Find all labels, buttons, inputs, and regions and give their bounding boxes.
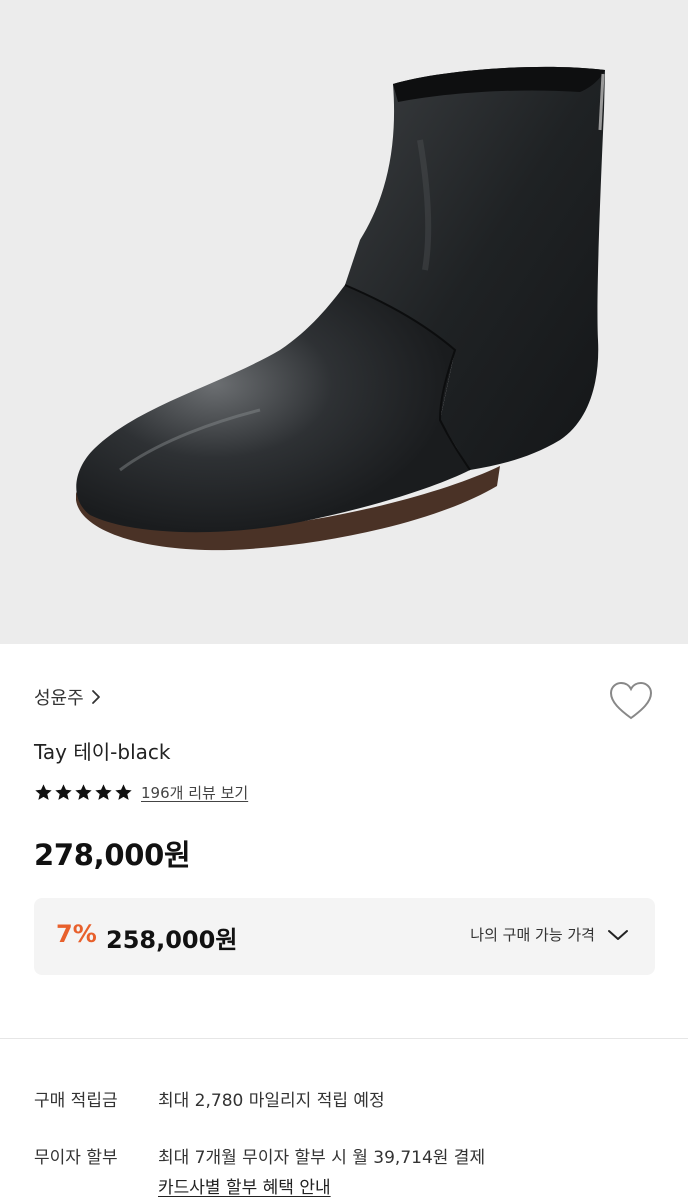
original-price: 278,000원 (34, 838, 191, 872)
rating-stars (34, 783, 133, 802)
installment-value: 최대 7개월 무이자 할부 시 월 39,714원 결제 (158, 1148, 486, 1168)
star-icon (75, 784, 92, 800)
brand-link[interactable]: 성윤주 (34, 684, 102, 710)
discount-price-box[interactable]: 7% 258,000원 나의 구매 가능 가격 (34, 898, 655, 975)
card-installment-link[interactable]: 카드사별 할부 혜택 안내 (158, 1173, 331, 1198)
star-icon (55, 784, 72, 800)
product-image[interactable] (0, 0, 688, 644)
installment-row: 무이자 할부 최대 7개월 무이자 할부 시 월 39,714원 결제 (34, 1143, 485, 1168)
chevron-right-icon (91, 690, 100, 704)
installment-label: 무이자 할부 (34, 1148, 118, 1168)
my-price-label: 나의 구매 가능 가격 (470, 926, 595, 944)
section-divider (0, 1038, 688, 1039)
star-icon (115, 784, 132, 800)
brand-name: 성윤주 (34, 688, 84, 709)
product-title: Tay 테이-black (34, 740, 171, 764)
star-icon (95, 784, 112, 800)
points-row: 구매 적립금 최대 2,780 마일리지 적립 예정 (34, 1086, 385, 1111)
rating-row: 196개 리뷰 보기 (34, 782, 248, 803)
star-icon (35, 784, 52, 800)
discount-price: 258,000원 (106, 926, 238, 954)
chevron-down-icon (608, 929, 628, 940)
heart-icon[interactable] (608, 680, 654, 722)
review-link[interactable]: 196개 리뷰 보기 (141, 782, 248, 803)
my-price-toggle[interactable]: 나의 구매 가능 가격 (470, 924, 629, 945)
boot-illustration (76, 66, 605, 551)
discount-rate: 7% (56, 920, 97, 948)
points-value: 최대 2,780 마일리지 적립 예정 (158, 1091, 385, 1111)
points-label: 구매 적립금 (34, 1091, 118, 1111)
